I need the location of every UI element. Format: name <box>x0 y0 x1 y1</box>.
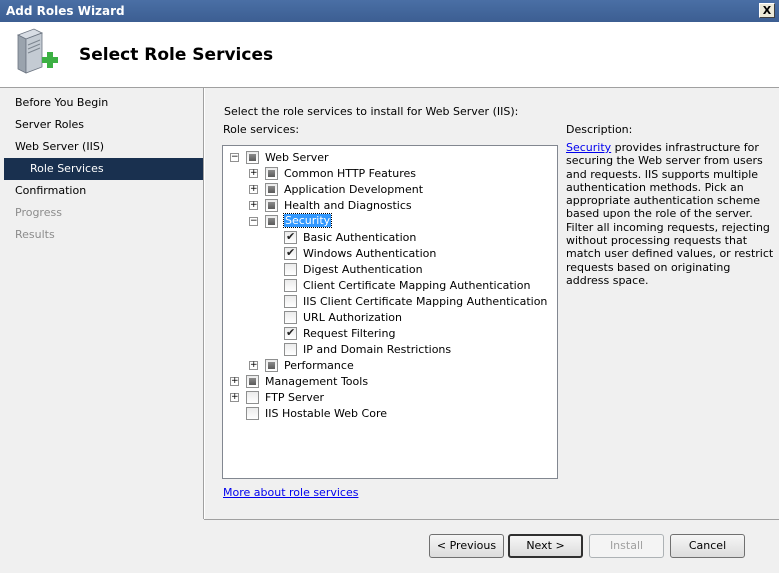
tree-item-label[interactable]: Common HTTP Features <box>284 167 416 180</box>
tree-item[interactable]: + Application Development <box>223 182 553 198</box>
expand-icon[interactable]: + <box>249 185 258 194</box>
next-button[interactable]: Next > <box>508 534 583 558</box>
tree-item-checkbox[interactable] <box>265 183 278 196</box>
tree-item-label[interactable]: IIS Hostable Web Core <box>265 407 387 420</box>
title-bar: Add Roles Wizard X <box>0 0 779 22</box>
tree-item-checkbox[interactable] <box>246 391 259 404</box>
tree-item-label[interactable]: Application Development <box>284 183 423 196</box>
tree-item-label[interactable]: Client Certificate Mapping Authenticatio… <box>303 279 530 292</box>
tree-item-checkbox[interactable] <box>284 230 297 244</box>
tree-item[interactable]: − Web Server <box>223 150 553 166</box>
main-panel: Select the role services to install for … <box>204 88 779 519</box>
expand-icon[interactable]: + <box>230 377 239 386</box>
instruction-text: Select the role services to install for … <box>224 105 519 118</box>
expand-icon[interactable]: + <box>230 393 239 402</box>
button-bar: < Previous Next > Install Cancel <box>204 519 779 573</box>
step-progress: Progress <box>15 206 62 219</box>
tree-item[interactable]: Client Certificate Mapping Authenticatio… <box>223 278 553 294</box>
more-about-role-services-link[interactable]: More about role services <box>223 486 358 499</box>
tree-item-checkbox[interactable] <box>246 375 259 388</box>
page-title: Select Role Services <box>79 45 274 65</box>
tree-item-checkbox[interactable] <box>265 359 278 372</box>
wizard-steps: Before You Begin Server Roles Web Server… <box>4 92 204 571</box>
tree-item[interactable]: Windows Authentication <box>223 246 553 262</box>
expand-icon[interactable]: + <box>249 361 258 370</box>
step-before-you-begin[interactable]: Before You Begin <box>4 92 204 114</box>
tree-item-label[interactable]: URL Authorization <box>303 311 402 324</box>
tree-item-checkbox[interactable] <box>284 246 297 260</box>
description-label: Description: <box>566 123 633 136</box>
tree-item-checkbox[interactable] <box>284 263 297 276</box>
server-add-icon <box>17 28 58 74</box>
tree-item[interactable]: + Common HTTP Features <box>223 166 553 182</box>
tree-item-checkbox[interactable] <box>284 311 297 324</box>
description-body: provides infrastructure for securing the… <box>566 141 774 287</box>
step-role-services[interactable]: Role Services <box>4 158 204 180</box>
collapse-icon[interactable]: − <box>230 153 239 162</box>
tree-item-checkbox[interactable] <box>284 343 297 356</box>
step-results: Results <box>15 228 55 241</box>
tree-item[interactable]: Request Filtering <box>223 326 553 342</box>
wizard-header: Select Role Services <box>0 22 779 88</box>
tree-item-label[interactable]: Request Filtering <box>303 327 395 340</box>
tree-item-label[interactable]: FTP Server <box>265 391 324 404</box>
tree-item-label[interactable]: Web Server <box>265 151 329 164</box>
collapse-icon[interactable]: − <box>249 217 258 226</box>
tree-item-checkbox[interactable] <box>265 167 278 180</box>
step-server-roles[interactable]: Server Roles <box>4 114 204 136</box>
tree-item-checkbox[interactable] <box>246 151 259 164</box>
tree-item[interactable]: Basic Authentication <box>223 230 553 246</box>
tree-item[interactable]: + FTP Server <box>223 390 553 406</box>
cancel-button[interactable]: Cancel <box>670 534 745 558</box>
previous-button[interactable]: < Previous <box>429 534 504 558</box>
tree-item-checkbox[interactable] <box>284 326 297 340</box>
tree-item-label[interactable]: Health and Diagnostics <box>284 199 412 212</box>
close-icon[interactable]: X <box>759 3 775 18</box>
description-text: Security provides infrastructure for sec… <box>566 141 776 287</box>
security-link[interactable]: Security <box>566 141 611 154</box>
tree-item-label[interactable]: Management Tools <box>265 375 368 388</box>
tree-item-checkbox[interactable] <box>265 199 278 212</box>
install-button: Install <box>589 534 664 558</box>
role-services-label: Role services: <box>223 123 300 136</box>
tree-item[interactable]: IIS Hostable Web Core <box>223 406 553 422</box>
tree-item-label[interactable]: IP and Domain Restrictions <box>303 343 451 356</box>
expand-icon[interactable]: + <box>249 169 258 178</box>
tree-item[interactable]: + Health and Diagnostics <box>223 198 553 214</box>
step-web-server-iis[interactable]: Web Server (IIS) <box>4 136 204 158</box>
tree-item-checkbox[interactable] <box>265 215 278 228</box>
tree-item[interactable]: − Security <box>223 213 553 230</box>
tree-item-label[interactable]: Performance <box>284 359 354 372</box>
role-services-tree[interactable]: − Web Server + Common HTTP Features + Applica… <box>222 145 558 479</box>
tree-item[interactable]: URL Authorization <box>223 310 553 326</box>
tree-item[interactable]: IP and Domain Restrictions <box>223 342 553 358</box>
tree-item-checkbox[interactable] <box>284 279 297 292</box>
window-title: Add Roles Wizard <box>6 4 125 18</box>
tree-item-checkbox[interactable] <box>246 407 259 420</box>
step-confirmation[interactable]: Confirmation <box>4 180 204 202</box>
expand-icon[interactable]: + <box>249 201 258 210</box>
tree-item-label[interactable]: IIS Client Certificate Mapping Authentic… <box>303 295 547 308</box>
tree-item-label[interactable]: Security <box>282 213 333 228</box>
tree-item-label[interactable]: Windows Authentication <box>303 247 436 260</box>
tree-item[interactable]: Digest Authentication <box>223 262 553 278</box>
tree-item-checkbox[interactable] <box>284 295 297 308</box>
tree-item[interactable]: + Performance <box>223 358 553 374</box>
tree-item-label[interactable]: Basic Authentication <box>303 231 416 244</box>
tree-item-label[interactable]: Digest Authentication <box>303 263 423 276</box>
tree-item[interactable]: + Management Tools <box>223 374 553 390</box>
tree-item[interactable]: IIS Client Certificate Mapping Authentic… <box>223 294 553 310</box>
